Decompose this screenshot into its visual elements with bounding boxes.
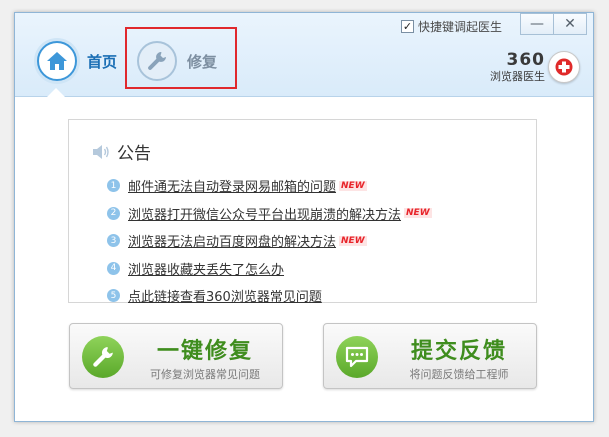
feedback-subtitle: 将问题反馈给工程师 bbox=[409, 368, 509, 381]
notice-link[interactable]: 浏览器无法启动百度网盘的解决方法 bbox=[128, 231, 336, 250]
repair-subtitle: 可修复浏览器常见问题 bbox=[150, 368, 260, 381]
feedback-title: 提交反馈 bbox=[410, 339, 507, 364]
new-badge: NEW bbox=[404, 208, 432, 219]
highlight-box bbox=[125, 27, 237, 89]
speaker-icon bbox=[93, 144, 109, 159]
item-number: 3 bbox=[107, 234, 120, 248]
repair-title: 一键修复 bbox=[156, 339, 253, 364]
submit-feedback-button[interactable]: 提交反馈 将问题反馈给工程师 bbox=[323, 323, 537, 389]
active-tab-pointer bbox=[47, 88, 65, 97]
list-item: 5 点此链接查看360浏览器常见问题 bbox=[107, 282, 432, 310]
close-button[interactable]: ✕ bbox=[553, 13, 587, 35]
wrench-icon bbox=[82, 336, 124, 378]
item-number: 5 bbox=[107, 289, 120, 303]
brand-number: 360 bbox=[506, 50, 545, 70]
tab-home[interactable]: 首页 bbox=[37, 39, 117, 83]
item-number: 1 bbox=[107, 179, 120, 193]
one-click-repair-button[interactable]: 一键修复 可修复浏览器常见问题 bbox=[69, 323, 283, 389]
notice-link[interactable]: 邮件通无法自动登录网易邮箱的问题 bbox=[128, 176, 336, 195]
notice-link[interactable]: 浏览器收藏夹丢失了怎么办 bbox=[128, 259, 284, 278]
new-badge: NEW bbox=[339, 235, 367, 246]
list-item: 1 邮件通无法自动登录网易邮箱的问题 NEW bbox=[107, 172, 432, 200]
chat-bubble-icon bbox=[336, 336, 378, 378]
list-item: 4 浏览器收藏夹丢失了怎么办 bbox=[107, 255, 432, 283]
notice-panel: 公告 1 邮件通无法自动登录网易邮箱的问题 NEW 2 浏览器打开微信公众号平台… bbox=[68, 119, 537, 305]
notice-link[interactable]: 点此链接查看360浏览器常见问题 bbox=[128, 286, 322, 305]
doctor-window: 首页 修复 ✓ 快捷键调起医生 — ✕ 360 浏览器医生 公告 1 邮件通无法… bbox=[14, 12, 594, 422]
notice-list: 1 邮件通无法自动登录网易邮箱的问题 NEW 2 浏览器打开微信公众号平台出现崩… bbox=[107, 172, 432, 310]
header-bar: 首页 修复 ✓ 快捷键调起医生 — ✕ 360 浏览器医生 bbox=[15, 13, 593, 97]
shortcut-toggle[interactable]: ✓ 快捷键调起医生 bbox=[401, 18, 502, 35]
home-icon bbox=[37, 41, 77, 81]
shortcut-checkbox[interactable]: ✓ bbox=[401, 20, 414, 33]
notice-link[interactable]: 浏览器打开微信公众号平台出现崩溃的解决方法 bbox=[128, 204, 401, 223]
list-item: 2 浏览器打开微信公众号平台出现崩溃的解决方法 NEW bbox=[107, 200, 432, 228]
brand: 360 浏览器医生 bbox=[481, 50, 545, 84]
list-item: 3 浏览器无法启动百度网盘的解决方法 NEW bbox=[107, 227, 432, 255]
item-number: 4 bbox=[107, 261, 120, 275]
new-badge: NEW bbox=[339, 180, 367, 191]
notice-title: 公告 bbox=[117, 144, 151, 164]
item-number: 2 bbox=[107, 206, 120, 220]
tab-home-label: 首页 bbox=[87, 52, 118, 71]
brand-subtitle: 浏览器医生 bbox=[490, 70, 545, 83]
notice-header: 公告 bbox=[92, 139, 151, 164]
shortcut-label: 快捷键调起医生 bbox=[418, 20, 503, 34]
minimize-button[interactable]: — bbox=[520, 13, 554, 35]
red-cross-logo-icon bbox=[548, 51, 580, 83]
